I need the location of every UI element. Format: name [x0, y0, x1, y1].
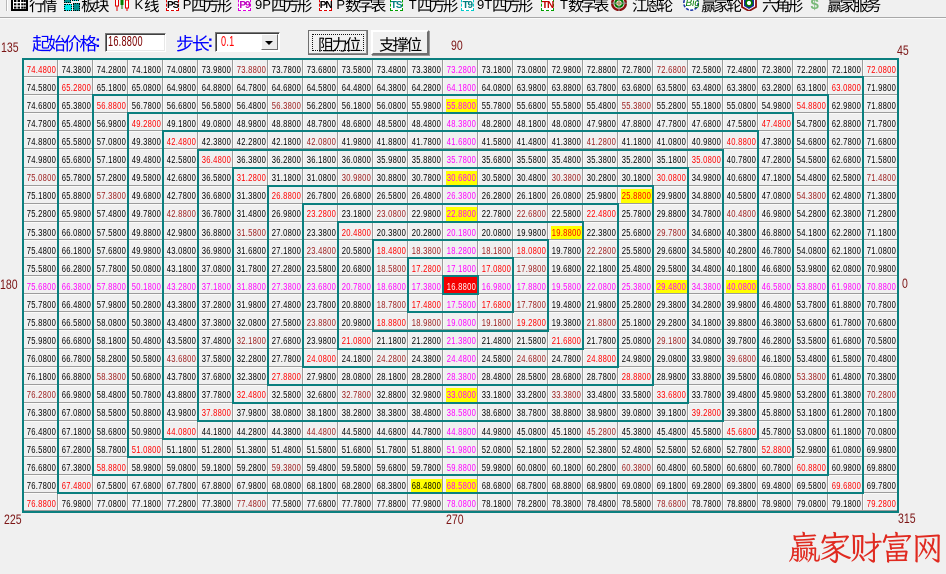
svg-text:Big: Big — [686, 0, 700, 9]
